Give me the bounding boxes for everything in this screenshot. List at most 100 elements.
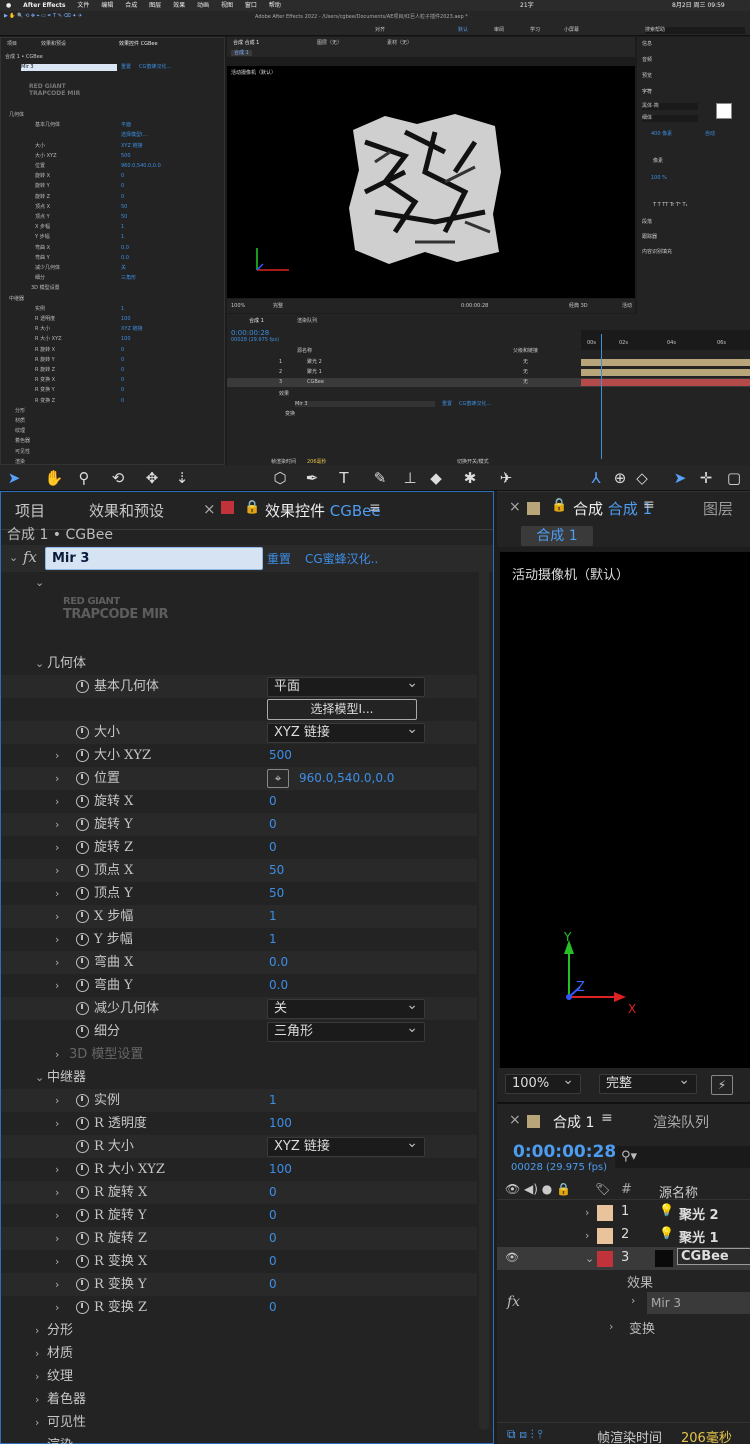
param-expand-icon[interactable]: › [55, 859, 59, 882]
logo-expand-icon[interactable]: ⌄ [35, 571, 44, 594]
tab-layer[interactable]: 图层 [703, 498, 733, 519]
mini-layer-row[interactable]: 3 CGBee 无 [227, 378, 750, 387]
mini-layer-parent[interactable]: 无 [523, 368, 528, 377]
stopwatch-icon[interactable] [76, 933, 89, 946]
repeater-param-value[interactable]: 1 [269, 1089, 277, 1112]
geometry-param-value[interactable]: 0 [269, 790, 277, 813]
mini-layer-row[interactable]: 1 聚光 2 无 [227, 358, 750, 367]
workspace-review[interactable]: 审阅 [494, 27, 504, 33]
param-expand-icon[interactable]: › [55, 813, 59, 836]
comp-subtab[interactable]: 合成 1 [521, 526, 593, 546]
stopwatch-icon[interactable] [76, 1025, 89, 1038]
mini-param-value[interactable]: 500 [121, 151, 131, 161]
mini-param-value[interactable]: 100 [121, 314, 131, 324]
mini-param-value[interactable]: 0 [121, 345, 124, 355]
menu-layer[interactable]: 图层 [149, 2, 161, 9]
stopwatch-icon[interactable] [76, 1163, 89, 1176]
mini-playhead[interactable] [601, 334, 602, 459]
mir-expand-icon[interactable]: › [631, 1289, 635, 1312]
panel-info[interactable]: 信息 [642, 41, 652, 47]
effect-name-field[interactable]: Mir 3 [45, 547, 263, 570]
group-expand-icon[interactable]: › [35, 1342, 39, 1365]
param-expand-icon[interactable]: › [55, 1089, 59, 1112]
mini-tab-project[interactable]: 项目 [7, 41, 17, 47]
cgbee-link[interactable]: CG蜜蜂汉化.. [305, 550, 378, 567]
help-search[interactable]: 搜索帮助 [645, 27, 745, 34]
tab-project[interactable]: 项目 [15, 500, 45, 521]
mini-param-value[interactable]: 50 [121, 212, 127, 222]
mini-renderer[interactable]: 经典 3D [569, 303, 588, 309]
group-expand-icon[interactable]: › [35, 1411, 39, 1434]
mini-param-value[interactable]: 0.0 [121, 243, 129, 253]
geometry-param-dropdown[interactable]: XYZ 链接 [267, 720, 425, 743]
mini-layer-bar[interactable] [581, 379, 750, 386]
group-expand-icon[interactable]: › [35, 1319, 39, 1342]
panel-content-aware[interactable]: 内容识别填充 [642, 249, 672, 255]
tab-timeline[interactable]: 合成 1 [553, 1112, 594, 1132]
mini-param-value[interactable]: XYZ 链接 [121, 141, 143, 151]
mini-param-value[interactable]: 0 [121, 375, 124, 385]
stopwatch-icon[interactable] [76, 864, 89, 877]
mini-footage-tab[interactable]: 素材（无） [387, 40, 412, 46]
geometry-param-value[interactable]: 1 [269, 928, 277, 951]
layer-name[interactable]: 聚光 2 [679, 1204, 719, 1223]
roto-tool-icon[interactable]: ✱ [460, 469, 480, 487]
param-expand-icon[interactable]: › [55, 1112, 59, 1135]
geometry-param-value[interactable]: 50 [269, 859, 284, 882]
shape-tool-icon[interactable]: ⬡ [270, 469, 290, 487]
stopwatch-icon[interactable] [76, 795, 89, 808]
layer-row[interactable]: 👁 ⌄ 3 CGBee [497, 1247, 750, 1270]
repeater-param-value[interactable]: 0 [269, 1227, 277, 1250]
mini-layer-name[interactable]: 聚光 2 [307, 358, 322, 367]
mini-param-value[interactable]: 三角形 [121, 273, 136, 283]
repeater-param-value[interactable]: 100 [269, 1112, 292, 1135]
group-expand-icon[interactable]: › [35, 1365, 39, 1388]
mini-effect-name[interactable]: Mir 3 [21, 64, 117, 71]
char-style[interactable]: 细体 [642, 115, 698, 122]
collapsed-group-row[interactable]: › 可见性 [1, 1411, 477, 1434]
stopwatch-icon[interactable] [76, 1301, 89, 1314]
fx-icon[interactable]: fx [23, 548, 37, 566]
mini-param-value[interactable]: 1 [121, 222, 124, 232]
mini-param-value[interactable]: 50 [121, 202, 127, 212]
mini-param-value[interactable]: 0 [121, 192, 124, 202]
mini-param-value[interactable]: 1 [121, 232, 124, 242]
mini-param-value[interactable]: 平面 [121, 120, 131, 130]
repeater-param-value[interactable]: 0 [269, 1296, 277, 1319]
cursor-icon[interactable]: ➤ [670, 469, 690, 487]
param-expand-icon[interactable]: › [55, 1227, 59, 1250]
tl-menu-icon[interactable]: ≡ [601, 1110, 613, 1126]
menu-file[interactable]: 文件 [77, 2, 89, 9]
layer-expand-icon[interactable]: › [585, 1201, 589, 1224]
mini-tab-effects[interactable]: 效果和预设 [41, 41, 66, 47]
transform-expand-icon[interactable]: › [609, 1315, 613, 1338]
mini-layer-row[interactable]: 2 聚光 1 无 [227, 368, 750, 377]
menu-comp[interactable]: 合成 [125, 2, 137, 9]
mini-layer-bar[interactable] [581, 359, 750, 366]
eraser-tool-icon[interactable]: ◆ [426, 469, 446, 487]
repeater-param-value[interactable]: 0 [269, 1250, 277, 1273]
text-tool-icon[interactable]: T [334, 469, 354, 487]
mini-layer-parent[interactable]: 无 [523, 378, 528, 387]
mini-layer-parent[interactable]: 无 [523, 358, 528, 367]
mini-tl-render[interactable]: 渲染队列 [297, 318, 317, 324]
source-name-header[interactable]: 源名称 [659, 1182, 698, 1201]
param-expand-icon[interactable]: › [55, 928, 59, 951]
stopwatch-icon[interactable] [76, 910, 89, 923]
mini-param-value[interactable]: 0 [121, 181, 124, 191]
group-expand-icon[interactable]: ⌄ [35, 652, 44, 675]
eye-icon[interactable]: 👁 [505, 1251, 519, 1264]
collapsed-group-row[interactable]: › 材质 [1, 1342, 477, 1365]
timecode[interactable]: 0:00:00:28 [513, 1142, 616, 1162]
comp-label-swatch[interactable] [527, 502, 540, 515]
geometry-param-target-icon[interactable]: ⌖ [267, 769, 289, 788]
orbit-tool-icon[interactable]: ✥ [142, 469, 162, 487]
zoom-dropdown[interactable]: 100% [505, 1071, 581, 1094]
pan-tool-icon[interactable]: ⇣ [172, 469, 192, 487]
mini-param-value[interactable]: 100 [121, 334, 131, 344]
param-expand-icon[interactable]: › [55, 836, 59, 859]
repeater-param-dropdown[interactable]: XYZ 链接 [267, 1134, 425, 1157]
mini-layer-name[interactable]: CGBee [307, 378, 324, 387]
tab-effects-presets[interactable]: 效果和预设 [89, 500, 164, 521]
param-expand-icon[interactable]: › [55, 1158, 59, 1181]
